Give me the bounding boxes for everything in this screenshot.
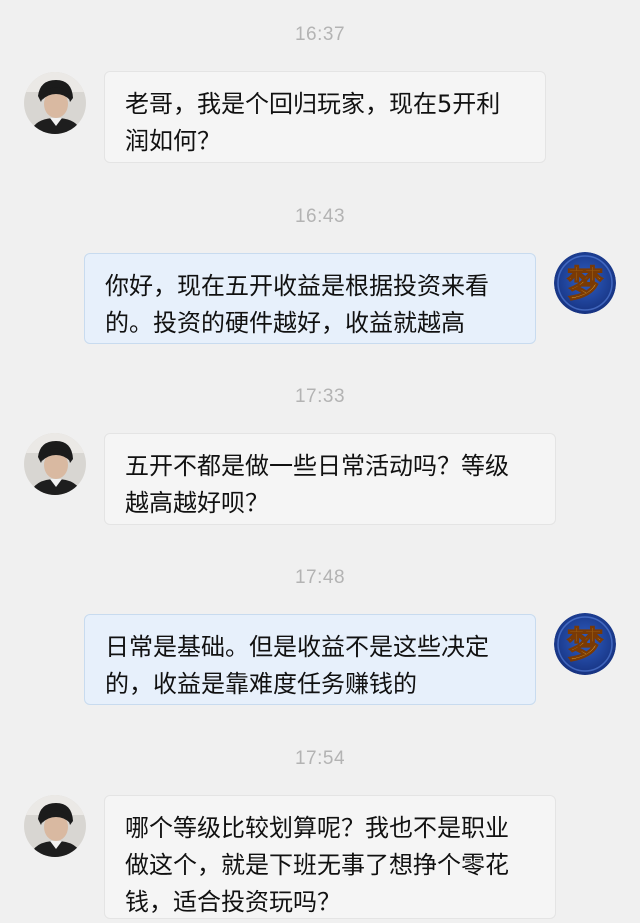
agent-avatar-glyph: 梦 [567, 264, 603, 305]
user-avatar[interactable] [24, 433, 86, 495]
agent-avatar[interactable]: 梦 [554, 613, 616, 675]
timestamp: 16:43 [294, 206, 346, 227]
timestamp: 17:54 [294, 748, 346, 769]
message-bubble-outgoing[interactable]: 你好，现在五开收益是根据投资来看 的。投资的硬件越好，收益就越高 [84, 253, 536, 344]
agent-avatar-glyph: 梦 [567, 625, 603, 666]
message-bubble-incoming[interactable]: 老哥，我是个回归玩家，现在5开利 润如何？ [104, 71, 546, 163]
message-bubble-incoming[interactable]: 五开不都是做一些日常活动吗？等级 越高越好呗？ [104, 433, 556, 525]
message-bubble-incoming[interactable]: 哪个等级比较划算呢？我也不是职业 做这个，就是下班无事了想挣个零花 钱，适合投资… [104, 795, 556, 919]
chat-thread: 16:37 老哥，我是个回归玩家，现在5开利 润如何？ 16:43 你好，现在五… [0, 0, 640, 923]
timestamp: 17:48 [294, 567, 346, 588]
user-avatar[interactable] [24, 795, 86, 857]
agent-avatar[interactable]: 梦 [554, 252, 616, 314]
message-bubble-outgoing[interactable]: 日常是基础。但是收益不是这些决定 的，收益是靠难度任务赚钱的 [84, 614, 536, 705]
user-avatar[interactable] [24, 72, 86, 134]
timestamp: 16:37 [294, 24, 346, 45]
timestamp: 17:33 [294, 386, 346, 407]
